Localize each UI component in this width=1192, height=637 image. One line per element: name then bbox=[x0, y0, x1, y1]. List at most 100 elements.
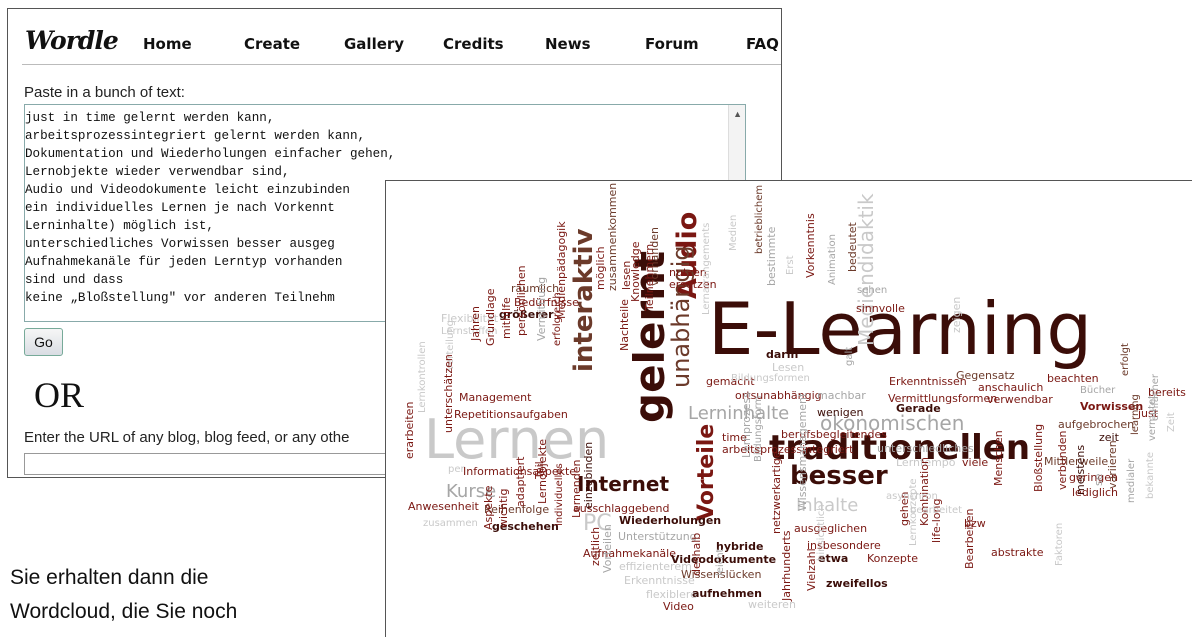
textarea-line: Lernobjekte wieder verwendbar sind, bbox=[25, 165, 290, 179]
header-divider bbox=[22, 64, 781, 65]
caption-line-2: Wordcloud, die Sie noch bbox=[10, 600, 238, 623]
cloud-word: betrieblichem bbox=[754, 184, 765, 254]
cloud-word: zusammenkommen bbox=[606, 182, 619, 291]
cloud-word: Konzepte bbox=[867, 552, 918, 565]
cloud-word: ausgeglichen bbox=[794, 522, 868, 535]
cloud-word: erfolgt bbox=[1120, 343, 1131, 376]
cloud-word: Animation bbox=[827, 234, 838, 285]
cloud-word: Menschen bbox=[992, 430, 1005, 486]
cloud-word: Jahren bbox=[469, 306, 482, 341]
cloud-word: aufgebrochen bbox=[1058, 418, 1135, 431]
cloud-word: einzubinden bbox=[582, 441, 595, 509]
cloud-word: wichtig bbox=[497, 488, 510, 528]
cloud-word: Bloßstellung bbox=[1032, 423, 1045, 492]
cloud-word: machbar bbox=[817, 389, 866, 402]
cloud-word: meistens bbox=[1074, 444, 1087, 495]
go-button[interactable]: Go bbox=[24, 328, 63, 356]
url-label: Enter the URL of any blog, blog feed, or… bbox=[24, 429, 350, 446]
textarea-line: arbeitsprozessintegriert gelernt werden … bbox=[25, 129, 366, 143]
cloud-word: vermutet bbox=[1147, 394, 1158, 441]
cloud-word: netzwerkartige bbox=[770, 451, 783, 534]
cloud-word: Gegensatz bbox=[956, 369, 1015, 382]
cloud-word: galt bbox=[844, 346, 855, 366]
paste-text-label: Paste in a bunch of text: bbox=[24, 84, 185, 101]
cloud-word: bedeutet bbox=[846, 222, 859, 272]
cloud-word: Vorteilen bbox=[601, 524, 614, 573]
cloud-word: sinnvolle bbox=[856, 302, 905, 315]
cloud-word: Lernarrangements bbox=[701, 222, 712, 315]
textarea-line: Dokumentation und Wiederholungen einfach… bbox=[25, 147, 396, 161]
cloud-word: persönlichen bbox=[515, 265, 528, 336]
cloud-word: Grundlage bbox=[484, 288, 497, 346]
cloud-word: Vermittlung bbox=[535, 276, 548, 341]
cloud-word: Lesen bbox=[772, 361, 805, 374]
nav-forum[interactable]: Forum bbox=[645, 35, 699, 53]
cloud-word: Zeit bbox=[1166, 412, 1177, 432]
cloud-word: erarbeiten bbox=[403, 401, 416, 459]
cloud-word: Jahrhunderts bbox=[780, 530, 793, 601]
cloud-word: Mediendidaktik bbox=[854, 193, 878, 346]
cloud-word: erfolgreich bbox=[552, 292, 563, 346]
cloud-word: Gerade bbox=[896, 402, 941, 415]
cloud-word: wenigen bbox=[817, 406, 864, 419]
cloud-word: Unterstützung bbox=[618, 530, 697, 543]
cloud-word: Lernobjekte bbox=[536, 439, 549, 504]
cloud-word: verwendbar bbox=[987, 393, 1053, 406]
cloud-word: zeitlich bbox=[589, 526, 602, 566]
nav-faq[interactable]: FAQ bbox=[746, 35, 779, 53]
cloud-word: hinsichtlich bbox=[816, 504, 827, 561]
cloud-word: mithilfe bbox=[500, 297, 513, 339]
cloud-word: Wiederholungen bbox=[619, 514, 722, 527]
wordle-logo[interactable]: Wordle bbox=[25, 26, 119, 55]
nav-home[interactable]: Home bbox=[143, 35, 192, 53]
nav-gallery[interactable]: Gallery bbox=[344, 35, 404, 53]
cloud-word: Nachteile bbox=[618, 299, 631, 351]
cloud-word: Aspekte bbox=[482, 485, 495, 530]
cloud-word: Wissensmanagement bbox=[796, 392, 809, 511]
cloud-word: unterschätzen bbox=[442, 354, 455, 433]
cloud-word: Bücher bbox=[1080, 385, 1116, 396]
nav-news[interactable]: News bbox=[545, 35, 591, 53]
cloud-word: Video bbox=[663, 600, 694, 613]
cloud-word: Faktoren bbox=[1054, 522, 1065, 566]
cloud-word: Bildungsformen bbox=[731, 373, 810, 384]
cloud-word: medialer bbox=[1126, 458, 1137, 503]
cloud-word: adaptiert bbox=[514, 456, 527, 507]
cloud-word: zeigen bbox=[950, 296, 963, 333]
cloud-word: Anwesenheit bbox=[408, 500, 479, 513]
cloud-word: viele bbox=[962, 456, 989, 469]
cloud-word: Lernprozess bbox=[740, 392, 753, 458]
cloud-word: beachten bbox=[1047, 372, 1099, 385]
cloud-word: bekannte bbox=[1145, 452, 1156, 499]
cloud-word: bestimmte bbox=[765, 226, 778, 286]
cloud-word: möglich bbox=[594, 246, 607, 290]
word-cloud-panel: E-Learning Lernen traditionellen gelernt Aud… bbox=[385, 180, 1192, 637]
nav-create[interactable]: Create bbox=[244, 35, 300, 53]
cloud-word: learning bbox=[1130, 394, 1141, 435]
cloud-word: se bbox=[1092, 473, 1105, 487]
cloud-word: verbunden bbox=[1056, 430, 1069, 490]
cloud-word: individuelles bbox=[554, 463, 565, 526]
or-separator: OR bbox=[34, 375, 85, 415]
cloud-word: darin bbox=[766, 348, 799, 361]
cloud-word: leicht bbox=[715, 548, 726, 576]
cloud-word: Medien bbox=[728, 214, 739, 251]
cloud-word: Vorkenntnis bbox=[804, 213, 817, 278]
cloud-word: flexiblere bbox=[646, 588, 697, 601]
cloud-word: Lernkontrollen bbox=[417, 341, 428, 413]
cloud-word: Teilnehmern bbox=[643, 243, 656, 311]
cloud-word: Lerninhalte bbox=[688, 403, 790, 424]
cloud-word: Lernkonzepte bbox=[908, 478, 919, 546]
textarea-line: just in time gelernt werden kann, bbox=[25, 111, 275, 125]
cloud-word: Knowledge bbox=[629, 241, 642, 302]
cloud-word: Vorteile bbox=[694, 423, 719, 521]
cloud-word: Management bbox=[459, 391, 532, 404]
scroll-up-arrow-icon[interactable]: ▲ bbox=[733, 109, 742, 119]
cloud-word: Bildungsform bbox=[753, 395, 764, 462]
nav-credits[interactable]: Credits bbox=[443, 35, 504, 53]
cloud-word: variieren bbox=[1106, 440, 1119, 489]
cloud-word: zweifellos bbox=[826, 577, 888, 590]
cloud-word: sehen bbox=[857, 285, 888, 296]
cloud-word: deshalb bbox=[690, 532, 703, 576]
cloud-word: Repetitionsaufgaben bbox=[454, 408, 568, 421]
